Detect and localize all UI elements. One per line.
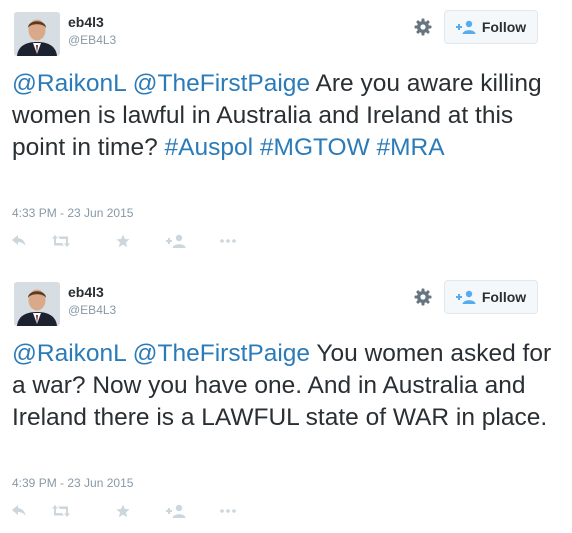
follow-label: Follow [481,289,527,305]
tweet-text: @RaikonL @TheFirstPaige Are you aware ki… [12,68,552,164]
hashtag-link[interactable]: #Auspol [165,134,254,161]
add-user-icon [455,290,476,304]
mention-link[interactable]: @TheFirstPaige [133,340,310,367]
timestamp[interactable]: 4:39 PM - 23 Jun 2015 [12,476,133,490]
follow-button[interactable]: Follow [444,10,538,44]
tweet-2: eb4l3 @EB4L3 Follow @RaikonL @TheFirstPa… [0,270,572,532]
avatar[interactable] [14,12,60,56]
gear-icon[interactable] [414,288,432,306]
user-handle[interactable]: @EB4L3 [68,33,116,47]
add-user-icon [455,20,476,34]
reply-icon[interactable] [12,502,26,520]
hashtag-link[interactable]: #MRA [377,134,445,161]
reply-icon[interactable] [12,232,26,250]
retweet-icon[interactable] [52,502,70,520]
user-handle[interactable]: @EB4L3 [68,303,116,317]
hashtag-link[interactable]: #MGTOW [260,134,370,161]
star-icon[interactable] [116,502,130,520]
follow-label: Follow [481,19,527,35]
display-name[interactable]: eb4l3 [68,284,104,300]
mention-link[interactable]: @RaikonL [12,340,126,367]
add-user-icon[interactable] [166,502,186,520]
gear-icon[interactable] [414,18,432,36]
avatar[interactable] [14,282,60,326]
add-user-icon[interactable] [166,232,186,250]
more-icon[interactable] [220,232,236,250]
star-icon[interactable] [116,232,130,250]
tweet-1: eb4l3 @EB4L3 Follow @RaikonL @TheFirstPa… [0,0,572,262]
retweet-icon[interactable] [52,232,70,250]
more-icon[interactable] [220,502,236,520]
follow-button[interactable]: Follow [444,280,538,314]
tweet-text: @RaikonL @TheFirstPaige You women asked … [12,338,552,434]
mention-link[interactable]: @RaikonL [12,70,126,97]
timestamp[interactable]: 4:33 PM - 23 Jun 2015 [12,206,133,220]
display-name[interactable]: eb4l3 [68,14,104,30]
mention-link[interactable]: @TheFirstPaige [133,70,310,97]
